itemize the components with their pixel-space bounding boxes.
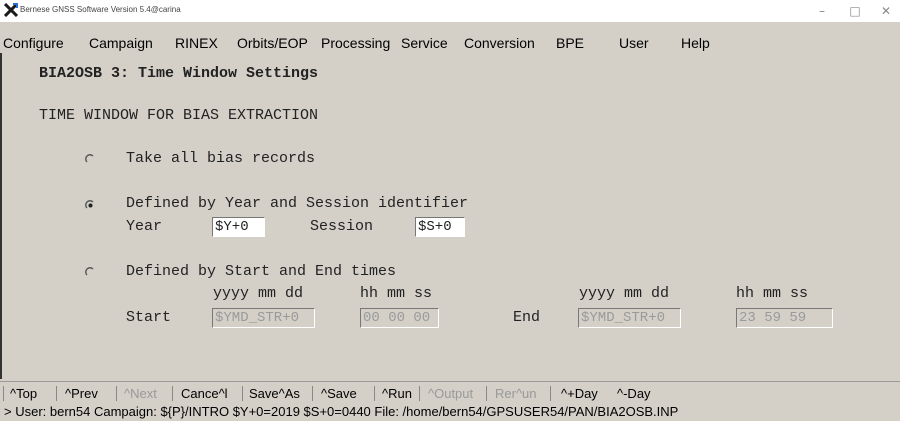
option-take-all-label: Take all bias records — [126, 150, 316, 167]
close-icon[interactable]: ✕ — [874, 2, 898, 20]
year-field[interactable]: $Y+0 — [212, 217, 265, 237]
button-separator — [242, 386, 243, 401]
option-year-session-label: Defined by Year and Session identifier — [126, 195, 469, 212]
maximize-icon[interactable]: □ — [843, 2, 867, 20]
button-separator — [172, 386, 173, 401]
top-button[interactable]: ^Top — [10, 386, 37, 401]
panel-title: BIA2OSB 3: Time Window Settings — [39, 65, 319, 82]
button-separator — [374, 386, 375, 401]
start-time-field[interactable]: 00 00 00 — [360, 308, 439, 328]
save-as-button[interactable]: Save^As — [249, 386, 300, 401]
title-bar: Bernese GNSS Software Version 5.4@carina… — [0, 0, 900, 22]
end-time-field[interactable]: 23 59 59 — [736, 308, 833, 328]
menu-configure[interactable]: Configure — [3, 35, 64, 51]
menu-bpe[interactable]: BPE — [556, 35, 584, 51]
button-bar: ^Top ^Prev ^Next Cance^l Save^As ^Save ^… — [0, 381, 900, 403]
save-button[interactable]: ^Save — [321, 386, 357, 401]
button-separator — [419, 386, 420, 401]
menu-campaign[interactable]: Campaign — [89, 35, 153, 51]
prev-button[interactable]: ^Prev — [65, 386, 98, 401]
run-button[interactable]: ^Run — [382, 386, 412, 401]
radio-start-end[interactable] — [84, 266, 96, 278]
session-field[interactable]: $S+0 — [415, 217, 465, 237]
end-time-header: hh mm ss — [736, 285, 809, 302]
section-heading: TIME WINDOW FOR BIAS EXTRACTION — [39, 107, 319, 124]
button-separator — [56, 386, 57, 401]
button-separator — [550, 386, 551, 401]
next-button[interactable]: ^Next — [124, 386, 157, 401]
option-start-end-label: Defined by Start and End times — [126, 263, 397, 280]
start-label: Start — [126, 309, 172, 326]
button-separator — [116, 386, 117, 401]
button-separator — [312, 386, 313, 401]
menu-orbits-eop[interactable]: Orbits/EOP — [237, 35, 308, 51]
session-label: Session — [310, 218, 374, 235]
input-panel: BIA2OSB 3: Time Window Settings TIME WIN… — [0, 53, 900, 379]
radio-year-session[interactable] — [84, 199, 96, 211]
end-label: End — [513, 309, 541, 326]
minimize-icon[interactable]: – — [810, 2, 834, 20]
radio-take-all[interactable] — [84, 153, 96, 165]
menu-rinex[interactable]: RINEX — [175, 35, 218, 51]
minus-day-button[interactable]: ^-Day — [617, 386, 651, 401]
button-separator — [3, 386, 4, 401]
end-date-header: yyyy mm dd — [579, 285, 670, 302]
start-time-header: hh mm ss — [360, 285, 433, 302]
menu-service[interactable]: Service — [401, 35, 448, 51]
menu-help[interactable]: Help — [681, 35, 710, 51]
rerun-button[interactable]: Rer^un — [495, 386, 537, 401]
menu-processing[interactable]: Processing — [321, 35, 390, 51]
status-line: > User: bern54 Campaign: ${P}/INTRO $Y+0… — [4, 404, 679, 419]
start-date-field[interactable]: $YMD_STR+0 — [212, 308, 315, 328]
menu-bar: Configure Campaign RINEX Orbits/EOP Proc… — [0, 33, 900, 53]
window-title: Bernese GNSS Software Version 5.4@carina — [20, 5, 181, 14]
output-button[interactable]: ^Output — [428, 386, 473, 401]
status-bar: > User: bern54 Campaign: ${P}/INTRO $Y+0… — [0, 403, 900, 421]
x-logo-icon — [4, 3, 18, 17]
year-label: Year — [126, 218, 163, 235]
menu-user[interactable]: User — [619, 35, 649, 51]
start-date-header: yyyy mm dd — [213, 285, 304, 302]
menu-conversion[interactable]: Conversion — [464, 35, 535, 51]
cancel-button[interactable]: Cance^l — [181, 386, 228, 401]
end-date-field[interactable]: $YMD_STR+0 — [578, 308, 681, 328]
button-separator — [486, 386, 487, 401]
plus-day-button[interactable]: ^+Day — [561, 386, 598, 401]
